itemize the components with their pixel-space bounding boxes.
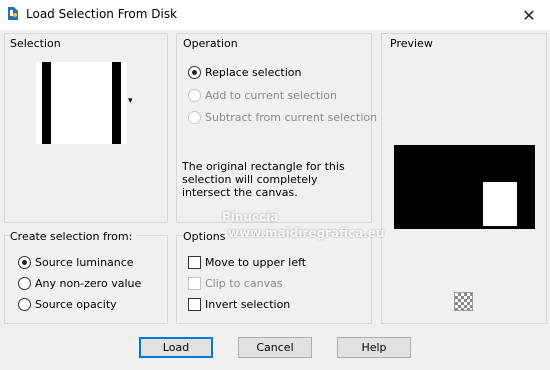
radio-subtract-from-selection[interactable]: Subtract from current selection	[188, 111, 377, 124]
thumbnail-left-bar	[42, 62, 51, 144]
checkbox-box[interactable]	[188, 298, 201, 311]
checkbox-label: Move to upper left	[205, 256, 307, 269]
radio-dot[interactable]	[18, 277, 31, 290]
title-bar: Load Selection From Disk ✕	[0, 0, 550, 30]
checkbox-label: Invert selection	[205, 298, 291, 311]
radio-dot[interactable]	[18, 298, 31, 311]
radio-dot[interactable]	[18, 256, 31, 269]
radio-add-to-selection[interactable]: Add to current selection	[188, 89, 337, 102]
load-button[interactable]: Load	[139, 337, 213, 358]
create-from-label: Create selection from:	[10, 230, 137, 243]
help-button[interactable]: Help	[337, 337, 411, 358]
radio-label: Subtract from current selection	[205, 111, 378, 124]
radio-dot[interactable]	[188, 89, 201, 102]
options-label: Options	[183, 230, 230, 243]
checkbox-clip-to-canvas[interactable]: Clip to canvas	[188, 277, 283, 290]
radio-source-luminance[interactable]: Source luminance	[18, 256, 134, 269]
thumbnail-right-bar	[112, 62, 121, 144]
radio-label: Source luminance	[35, 256, 134, 269]
checkbox-box[interactable]	[188, 256, 201, 269]
checkerboard-icon[interactable]	[454, 292, 473, 311]
checkbox-move-to-upper-left[interactable]: Move to upper left	[188, 256, 306, 269]
operation-description: The original rectangle for this selectio…	[182, 160, 345, 199]
watermark-url: www.maidiregrafica.eu	[228, 226, 385, 240]
watermark-name: Pinuccia	[222, 210, 279, 224]
cancel-button[interactable]: Cancel	[238, 337, 312, 358]
preview-selection-rect	[483, 182, 517, 226]
dropdown-arrow-icon[interactable]: ▾	[128, 96, 133, 106]
radio-any-non-zero-value[interactable]: Any non-zero value	[18, 277, 141, 290]
app-icon	[6, 6, 20, 21]
radio-replace-selection[interactable]: Replace selection	[188, 66, 301, 79]
radio-label: Add to current selection	[205, 89, 337, 102]
checkbox-label: Clip to canvas	[205, 277, 283, 290]
selection-label: Selection	[10, 37, 61, 50]
close-icon[interactable]: ✕	[508, 0, 550, 30]
preview-canvas	[394, 145, 535, 229]
selection-thumbnail[interactable]	[36, 62, 127, 144]
window-title: Load Selection From Disk	[26, 7, 178, 21]
radio-label: Replace selection	[205, 66, 302, 79]
radio-dot[interactable]	[188, 111, 201, 124]
radio-dot[interactable]	[188, 66, 201, 79]
checkbox-invert-selection[interactable]: Invert selection	[188, 298, 290, 311]
checkbox-box[interactable]	[188, 277, 201, 290]
operation-label: Operation	[183, 37, 238, 50]
radio-label: Any non-zero value	[35, 277, 142, 290]
radio-label: Source opacity	[35, 298, 117, 311]
preview-label: Preview	[390, 37, 433, 50]
radio-source-opacity[interactable]: Source opacity	[18, 298, 117, 311]
